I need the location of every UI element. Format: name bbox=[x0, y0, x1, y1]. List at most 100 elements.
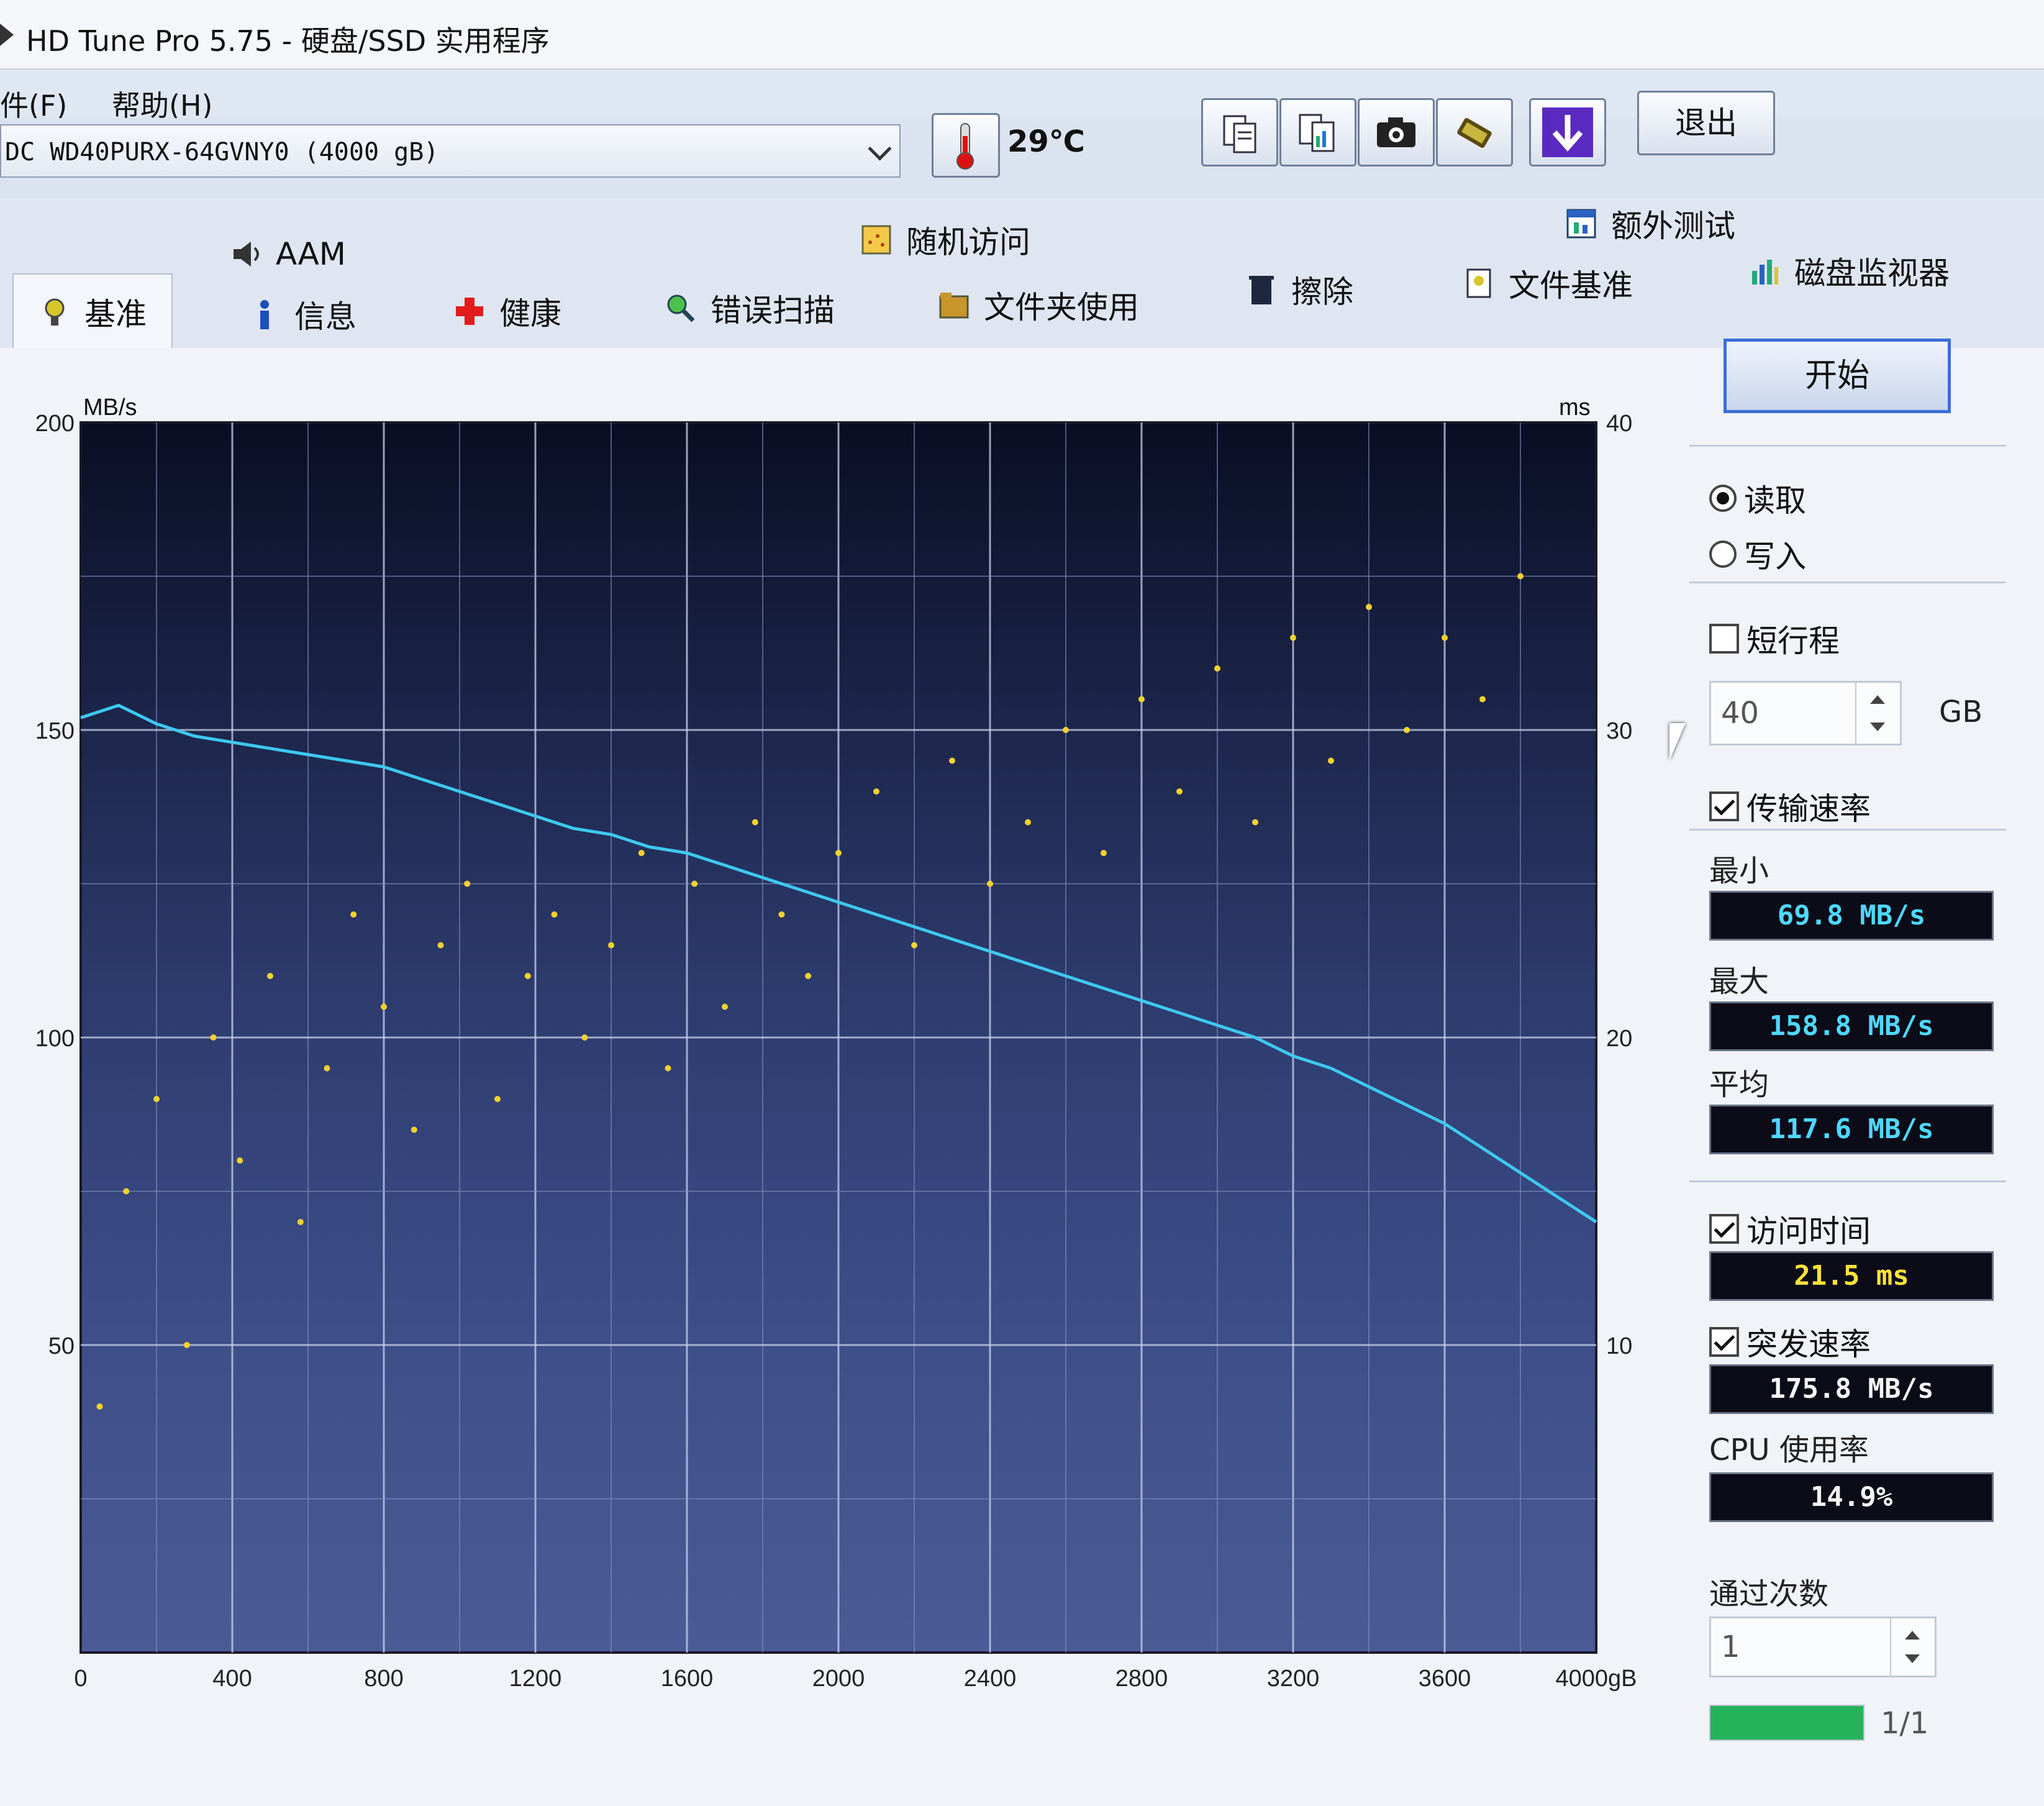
access-time-point bbox=[153, 1096, 160, 1102]
access-time-point bbox=[123, 1188, 130, 1195]
burst-rate-label: 突发速率 bbox=[1746, 1326, 1871, 1362]
tab-label: 文件夹使用 bbox=[984, 290, 1139, 326]
screenshot-button[interactable] bbox=[1358, 98, 1435, 166]
tab-info[interactable]: 信息 bbox=[248, 292, 357, 337]
short-stroke-unit: GB bbox=[1939, 695, 1983, 729]
access-time-point bbox=[1025, 819, 1031, 826]
short-stroke-value: 40 bbox=[1721, 696, 1760, 731]
chevron-down-icon bbox=[868, 137, 892, 161]
access-time-point bbox=[1101, 850, 1107, 856]
tab-label: 文件基准 bbox=[1509, 268, 1633, 304]
access-time-point bbox=[324, 1065, 330, 1072]
burst-rate-checkbox[interactable] bbox=[1709, 1327, 1739, 1357]
tab-label: 擦除 bbox=[1291, 274, 1353, 310]
write-radio[interactable] bbox=[1709, 540, 1737, 568]
x-tick-label: 1600 bbox=[661, 1666, 714, 1692]
write-label: 写入 bbox=[1744, 539, 1806, 575]
read-radio[interactable] bbox=[1709, 485, 1737, 512]
tab-erase[interactable]: 擦除 bbox=[1245, 267, 1353, 312]
tab-random-access[interactable]: 随机访问 bbox=[860, 217, 1030, 262]
access-time-label: 访问时间 bbox=[1746, 1213, 1871, 1249]
tab-aam[interactable]: AAM bbox=[230, 236, 346, 272]
short-stroke-label: 短行程 bbox=[1746, 623, 1840, 659]
trash-icon bbox=[1249, 276, 1274, 304]
disk-monitor-icon bbox=[1752, 260, 1778, 285]
file-benchmark-icon bbox=[1466, 268, 1491, 298]
stepper-arrows[interactable] bbox=[1890, 1618, 1935, 1676]
access-time-point bbox=[381, 1003, 387, 1010]
short-stroke-checkbox[interactable] bbox=[1709, 624, 1739, 654]
arrow-up-icon bbox=[1870, 695, 1885, 704]
tab-health[interactable]: 健康 bbox=[453, 289, 561, 334]
access-time-option[interactable]: 访问时间 bbox=[1709, 1206, 1871, 1251]
tab-label: 信息 bbox=[294, 299, 357, 335]
pass-progress-fill bbox=[1710, 1706, 1863, 1740]
access-time-point bbox=[1328, 757, 1334, 764]
y-tick-label: 50 bbox=[48, 1333, 75, 1359]
access-time-checkbox[interactable] bbox=[1709, 1214, 1739, 1244]
burst-rate-option[interactable]: 突发速率 bbox=[1709, 1320, 1871, 1364]
drive-select[interactable]: DC WD40PURX-64GVNY0 (4000 gB) bbox=[0, 124, 901, 178]
tab-extra-tests[interactable]: 额外测试 bbox=[1565, 201, 1735, 246]
y2-tick-label: 40 bbox=[1606, 411, 1632, 437]
copy-all-icon bbox=[1299, 114, 1335, 152]
copy-info-button[interactable] bbox=[1201, 98, 1278, 166]
transfer-rate-checkbox[interactable] bbox=[1709, 791, 1739, 821]
access-time-point bbox=[350, 911, 357, 918]
x-tick-label: 2400 bbox=[964, 1666, 1017, 1692]
access-time-point bbox=[1404, 727, 1410, 733]
tab-file-benchmark[interactable]: 文件基准 bbox=[1463, 261, 1633, 306]
temperature-box bbox=[932, 113, 1000, 178]
tab-error-scan[interactable]: 错误扫描 bbox=[665, 286, 835, 331]
app-icon bbox=[0, 24, 14, 46]
tab-benchmark[interactable]: 基准 bbox=[12, 273, 173, 349]
transfer-rate-label: 传输速率 bbox=[1746, 791, 1871, 827]
access-time-readout: 21.5 ms bbox=[1709, 1251, 1994, 1301]
start-button[interactable]: 开始 bbox=[1724, 339, 1951, 413]
tab-folder-usage[interactable]: 文件夹使用 bbox=[938, 283, 1139, 327]
read-option[interactable]: 读取 bbox=[1709, 476, 1806, 521]
read-label: 读取 bbox=[1744, 483, 1806, 519]
y-tick-label: 100 bbox=[35, 1026, 75, 1052]
passes-stepper[interactable]: 1 bbox=[1709, 1617, 1937, 1677]
extra-tests-icon bbox=[1566, 209, 1596, 239]
x-tick-label: 400 bbox=[212, 1666, 252, 1692]
mouse-cursor-icon bbox=[1669, 723, 1686, 760]
tab-strip: AAM 随机访问 额外测试 基准 信息 健康 错误扫描 文件夹使用 擦除 文件基… bbox=[0, 199, 2044, 349]
access-time-point bbox=[1366, 604, 1372, 610]
access-time-point bbox=[638, 850, 645, 856]
info-icon bbox=[260, 300, 269, 329]
x-tick-label: 3200 bbox=[1267, 1666, 1320, 1692]
access-time-point bbox=[911, 942, 917, 949]
pass-progress-bar bbox=[1709, 1705, 1865, 1741]
exit-button[interactable]: 退出 bbox=[1637, 91, 1775, 155]
y2-tick-label: 10 bbox=[1606, 1333, 1632, 1359]
tab-disk-monitor[interactable]: 磁盘监视器 bbox=[1748, 249, 1950, 293]
save-download-button[interactable] bbox=[1529, 98, 1606, 166]
access-time-point bbox=[183, 1342, 190, 1348]
arrow-down-icon bbox=[1870, 723, 1885, 731]
copy-all-button[interactable] bbox=[1279, 98, 1356, 166]
stepper-arrows[interactable] bbox=[1855, 683, 1900, 744]
access-time-point bbox=[691, 880, 698, 887]
screenshot-icon bbox=[1377, 117, 1415, 147]
short-stroke-option[interactable]: 短行程 bbox=[1709, 616, 1840, 661]
short-stroke-stepper[interactable]: 40 bbox=[1709, 681, 1902, 746]
access-time-point bbox=[665, 1065, 671, 1072]
copy-info-icon bbox=[1223, 115, 1256, 153]
tab-label: 基准 bbox=[84, 296, 147, 332]
x-tick-label: 4000gB bbox=[1555, 1666, 1637, 1692]
options-button[interactable] bbox=[1436, 98, 1513, 166]
write-option[interactable]: 写入 bbox=[1709, 532, 1806, 577]
tab-label: AAM bbox=[276, 236, 346, 272]
transfer-rate-option[interactable]: 传输速率 bbox=[1709, 784, 1871, 829]
access-time-point bbox=[494, 1096, 501, 1102]
x-tick-label: 0 bbox=[74, 1666, 87, 1692]
access-time-point bbox=[835, 850, 842, 856]
passes-value: 1 bbox=[1721, 1630, 1740, 1664]
avg-readout: 117.6 MB/s bbox=[1709, 1105, 1994, 1154]
access-time-point bbox=[524, 973, 531, 979]
access-time-point bbox=[805, 973, 812, 979]
access-time-point bbox=[1138, 696, 1145, 703]
arrow-up-icon bbox=[1905, 1631, 1920, 1640]
